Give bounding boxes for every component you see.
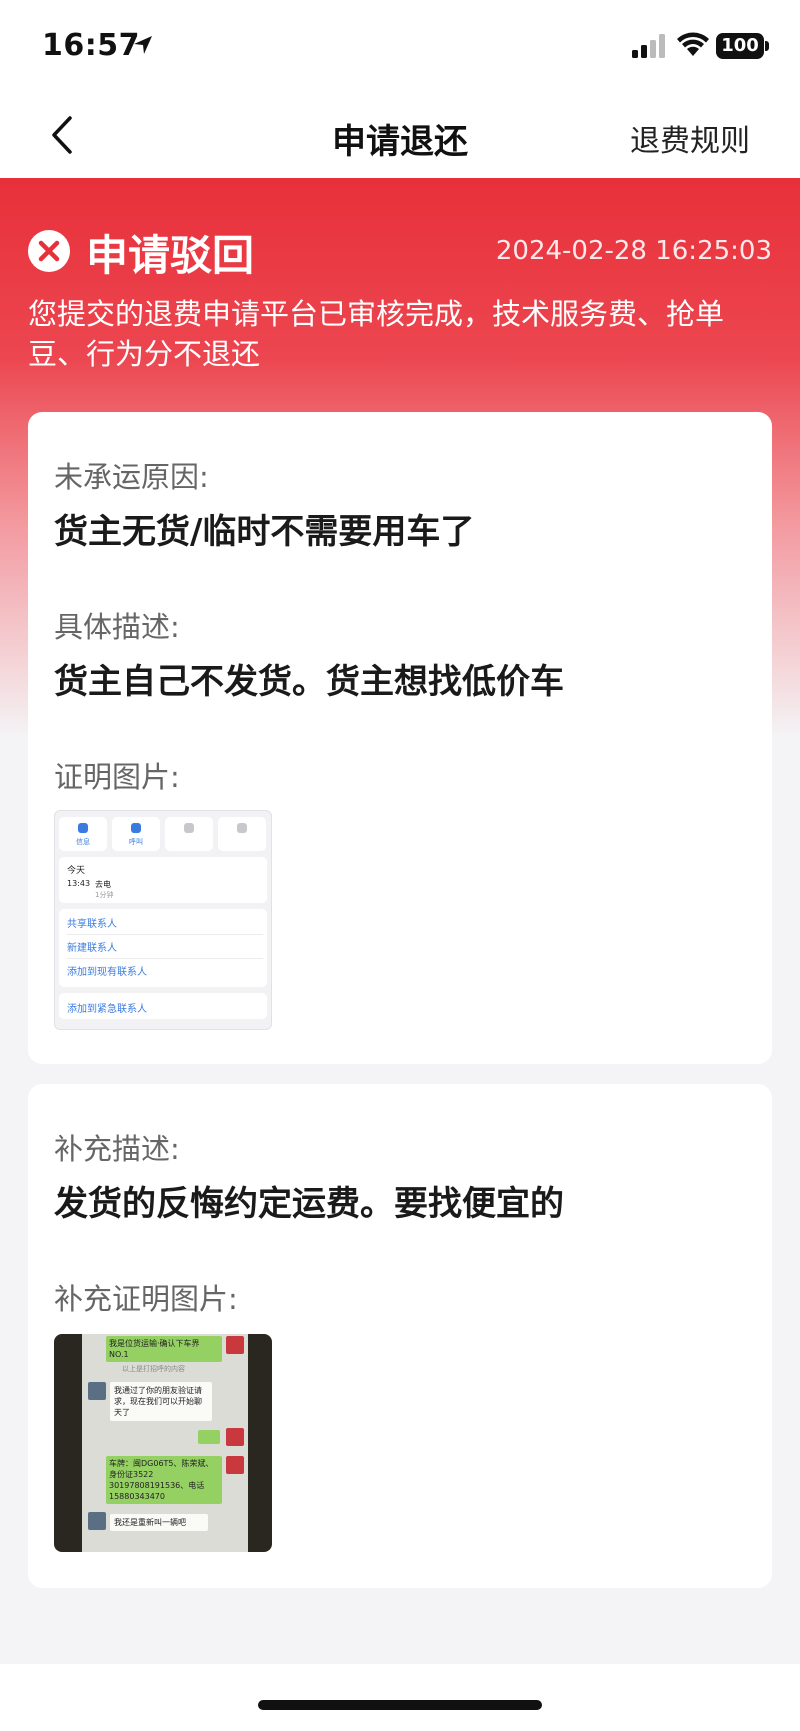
chat-top-message: 我是位货运输·确认下车界NO.1 (106, 1336, 222, 1362)
phone-icon (131, 823, 141, 833)
avatar-icon (88, 1512, 106, 1530)
status-time: 16:57 (42, 28, 140, 63)
status-bar: 16:57 100 (0, 0, 800, 96)
call-action: 呼叫 (112, 817, 160, 851)
battery-nub (765, 41, 769, 51)
divider (67, 934, 263, 935)
home-indicator[interactable] (258, 1700, 542, 1710)
message-action: 信息 (59, 817, 107, 851)
cellular-signal-icon (632, 34, 665, 58)
chat-last-message: 我还是重新叫一辆吧 (110, 1514, 208, 1531)
chat-screen: 我是位货运输·确认下车界NO.1 以上是打招呼的内容 我通过了你的朋友验证请求，… (82, 1334, 248, 1552)
call-log-length: 1分钟 (95, 891, 114, 899)
reject-timestamp: 2024-02-28 16:25:03 (495, 236, 772, 266)
new-contact-link: 新建联系人 (67, 943, 117, 954)
chat-system-note: 以上是打招呼的内容 (122, 1365, 185, 1373)
call-action-label: 呼叫 (129, 838, 143, 846)
reason-label: 未承运原因: (54, 460, 209, 494)
nav-bar: 申请退还 退费规则 (0, 96, 800, 178)
message-action-label: 信息 (76, 838, 90, 846)
proof-label: 证明图片: (54, 760, 180, 794)
location-arrow-icon (134, 36, 152, 54)
supplement-proof-image-thumbnail[interactable]: 我是位货运输·确认下车界NO.1 以上是打招呼的内容 我通过了你的朋友验证请求，… (54, 1334, 272, 1552)
bottom-safe-area (0, 1664, 800, 1731)
contact-links-box: 共享联系人 新建联系人 添加到现有联系人 (59, 909, 267, 987)
divider (67, 958, 263, 959)
supplement-value: 发货的反悔约定运费。要找便宜的 (54, 1184, 564, 1224)
chat-info-message: 车牌：闽DG06T5、陈荣斌、身份证3522 30197808191536、电话… (106, 1456, 222, 1504)
detail-label: 具体描述: (54, 610, 180, 644)
reject-status-title: 申请驳回 (86, 231, 255, 280)
add-emergency-contact-link: 添加到紧急联系人 (67, 1004, 147, 1015)
contact-action-row: 信息 呼叫 (59, 817, 267, 851)
supplement-proof-label: 补充证明图片: (54, 1282, 238, 1316)
mail-icon (237, 823, 247, 833)
battery-icon: 100 (716, 33, 764, 59)
supplement-label: 补充描述: (54, 1132, 180, 1166)
add-existing-contact-link: 添加到现有联系人 (67, 967, 147, 978)
proof-image-thumbnail[interactable]: 信息 呼叫 今天 13:43 去电 1分钟 共享联系人 新建联系人 添加到现有联 (54, 810, 272, 1030)
emoji-message (198, 1430, 220, 1444)
message-icon (78, 823, 88, 833)
avatar-icon (226, 1428, 244, 1446)
mail-action (218, 817, 266, 851)
detail-value: 货主自己不发货。货主想找低价车 (54, 662, 564, 702)
call-log-today: 今天 (67, 866, 86, 876)
emergency-contact-box: 添加到紧急联系人 (59, 993, 267, 1019)
avatar-icon (88, 1382, 106, 1400)
supplement-card: 补充描述: 发货的反悔约定运费。要找便宜的 补充证明图片: 我是位货运输·确认下… (28, 1084, 772, 1588)
video-action (165, 817, 213, 851)
wifi-icon (677, 32, 709, 56)
refund-rules-link[interactable]: 退费规则 (630, 116, 750, 160)
application-detail-card: 未承运原因: 货主无货/临时不需要用车了 具体描述: 货主自己不发货。货主想找低… (28, 412, 772, 1064)
share-contact-link: 共享联系人 (67, 919, 117, 930)
call-log-time: 13:43 (67, 879, 91, 888)
video-icon (184, 823, 194, 833)
call-log-box: 今天 13:43 去电 1分钟 (59, 857, 267, 903)
reject-description: 您提交的退费申请平台已审核完成，技术服务费、抢单豆、行为分不退还 (28, 297, 725, 371)
chat-friend-message: 我通过了你的朋友验证请求，现在我们可以开始聊天了 (110, 1382, 212, 1421)
avatar-icon (226, 1456, 244, 1474)
reason-value: 货主无货/临时不需要用车了 (54, 512, 475, 552)
call-log-type: 去电 (95, 880, 111, 889)
reject-circle-x-icon (28, 230, 70, 272)
avatar-icon (226, 1336, 244, 1354)
